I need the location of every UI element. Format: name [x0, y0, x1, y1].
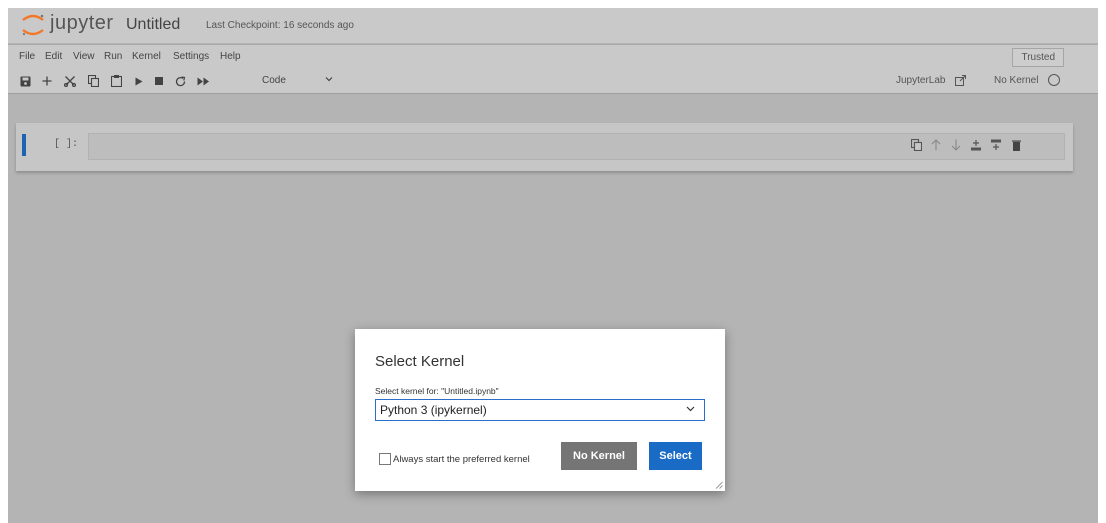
kernel-select-dropdown[interactable]: Python 3 (ipykernel) — [375, 399, 705, 421]
trusted-indicator[interactable]: Trusted — [1012, 48, 1064, 67]
preferred-kernel-checkbox[interactable] — [379, 453, 391, 465]
external-link-icon[interactable] — [955, 75, 966, 86]
checkpoint-status: Last Checkpoint: 16 seconds ago — [206, 20, 354, 31]
stop-icon[interactable] — [155, 73, 163, 89]
menu-edit[interactable]: Edit — [45, 51, 62, 62]
copy-icon[interactable] — [88, 73, 99, 89]
restart-icon[interactable] — [175, 73, 186, 89]
cell-type-select[interactable]: Code — [262, 75, 286, 86]
active-cell-marker — [22, 134, 26, 156]
cell-toolbar — [906, 134, 1026, 158]
notebook-app: jupyter Untitled Last Checkpoint: 16 sec… — [8, 8, 1098, 523]
jupyter-logo-icon — [22, 14, 44, 36]
jupyterlab-link[interactable]: JupyterLab — [896, 75, 945, 86]
move-down-icon[interactable] — [946, 134, 966, 156]
input-prompt: [ ]: — [54, 139, 79, 150]
fast-forward-icon[interactable] — [197, 73, 210, 89]
code-cell[interactable]: [ ]: — [16, 123, 1073, 171]
preferred-kernel-label: Always start the preferred kernel — [393, 453, 530, 465]
preferred-kernel-option[interactable]: Always start the preferred kernel — [379, 453, 530, 465]
chevron-down-icon — [686, 406, 695, 412]
jupyter-logo-text: jupyter — [50, 12, 114, 34]
select-kernel-dialog: Select Kernel Select kernel for: "Untitl… — [355, 329, 725, 491]
kernel-status-icon — [1048, 74, 1060, 86]
notebook-toolbar: Code JupyterLab No Kernel — [8, 69, 1098, 94]
paste-icon[interactable] — [111, 73, 122, 89]
cut-icon[interactable] — [64, 73, 76, 89]
chevron-down-icon[interactable] — [325, 75, 333, 83]
menu-run[interactable]: Run — [104, 51, 122, 62]
add-icon[interactable] — [42, 73, 52, 89]
dialog-title: Select Kernel — [375, 353, 465, 370]
duplicate-icon[interactable] — [906, 134, 926, 156]
menu-settings[interactable]: Settings — [173, 51, 209, 62]
no-kernel-button[interactable]: No Kernel — [561, 442, 637, 470]
menu-view[interactable]: View — [73, 51, 95, 62]
select-button[interactable]: Select — [649, 442, 702, 470]
move-up-icon[interactable] — [926, 134, 946, 156]
notebook-title[interactable]: Untitled — [126, 16, 180, 34]
menu-help[interactable]: Help — [220, 51, 241, 62]
delete-icon[interactable] — [1006, 134, 1026, 156]
run-icon[interactable] — [135, 73, 143, 89]
menu-bar: File Edit View Run Kernel Settings Help … — [8, 44, 1098, 69]
menu-file[interactable]: File — [19, 51, 35, 62]
selected-kernel-value: Python 3 (ipykernel) — [380, 403, 487, 417]
kernel-status-label[interactable]: No Kernel — [994, 75, 1038, 86]
save-icon[interactable] — [20, 73, 31, 89]
menu-kernel[interactable]: Kernel — [132, 51, 161, 62]
resize-handle-icon[interactable] — [715, 481, 723, 489]
header-bar: jupyter Untitled Last Checkpoint: 16 sec… — [8, 8, 1098, 43]
kernel-select-label: Select kernel for: "Untitled.ipynb" — [375, 386, 499, 396]
insert-above-icon[interactable] — [966, 134, 986, 156]
insert-below-icon[interactable] — [986, 134, 1006, 156]
